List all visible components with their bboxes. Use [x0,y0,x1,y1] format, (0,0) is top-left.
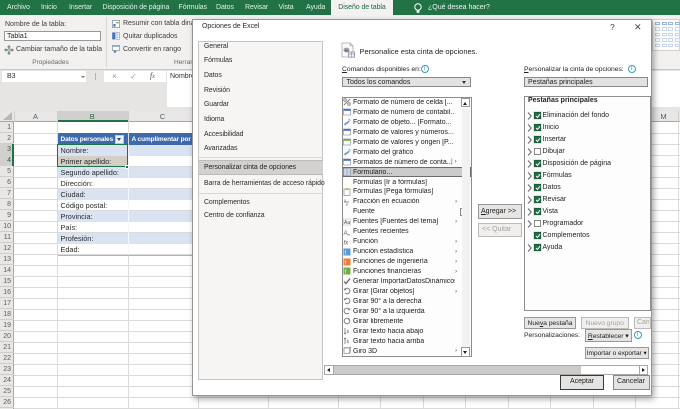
svg-text:fx: fx [344,240,350,246]
svg-text:A: A [344,229,349,235]
svg-text:b: b [347,339,350,344]
svg-text:y: y [346,202,348,205]
svg-text:b: b [347,329,350,334]
svg-text:Aa: Aa [344,220,350,226]
